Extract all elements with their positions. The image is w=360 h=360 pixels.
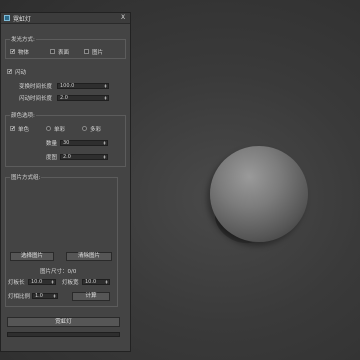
flash-time-spinner[interactable]: 2.0 ▴ ▾	[57, 95, 109, 101]
lamp-width-value: 10.0	[85, 279, 97, 285]
transform-time-spinner[interactable]: 100.0 ▴ ▾	[57, 83, 109, 89]
degree-value: 2.0	[63, 154, 71, 160]
transform-time-label: 变换时间长度	[19, 84, 53, 90]
lamp-ratio-spinner[interactable]: 1.0 ▴ ▾	[32, 293, 58, 299]
emission-image-checkbox[interactable]	[84, 49, 89, 54]
app-icon	[4, 15, 10, 21]
color-multi-radio[interactable]	[82, 126, 87, 131]
color-group-title: 颜色选项:	[10, 111, 36, 119]
titlebar[interactable]: 霓虹灯 X	[1, 13, 130, 24]
spinner-arrows-icon[interactable]: ▴ ▾	[102, 154, 107, 160]
lamp-width-spinner[interactable]: 10.0 ▴ ▾	[82, 279, 110, 285]
calculate-button[interactable]: 计算	[72, 292, 110, 301]
lamp-length-value: 10.0	[31, 279, 43, 285]
count-label: 数量	[46, 141, 58, 147]
spinner-arrows-icon[interactable]: ▴ ▾	[50, 279, 55, 285]
color-group: 颜色选项: ✔ 单色 单彩 多彩 数量 30 ▴ ▾ 度图 2.0 ▴ ▾	[5, 111, 126, 167]
transform-time-value: 100.0	[60, 83, 75, 89]
spinner-arrows-icon[interactable]: ▴ ▾	[103, 83, 108, 89]
color-multi-label: 多彩	[90, 127, 102, 133]
emission-object-label: 物体	[18, 50, 30, 56]
degree-spinner[interactable]: 2.0 ▴ ▾	[60, 154, 108, 160]
progress-bar	[7, 332, 120, 337]
count-spinner[interactable]: 30 ▴ ▾	[60, 140, 108, 146]
emission-surface-checkbox[interactable]	[50, 49, 55, 54]
image-size-text: 图片尺寸：0/0	[40, 269, 77, 275]
emission-image-label: 图片	[92, 50, 104, 56]
degree-label: 度图	[46, 155, 58, 161]
count-value: 30	[63, 140, 70, 146]
spinner-arrows-icon[interactable]: ▴ ▾	[52, 293, 57, 299]
color-single-label: 单彩	[54, 127, 66, 133]
spinner-arrows-icon[interactable]: ▴ ▾	[104, 279, 109, 285]
flash-time-value: 2.0	[60, 95, 68, 101]
close-button[interactable]: X	[118, 14, 128, 21]
emission-group: 发光方式: ✔ 物体 表面 图片	[5, 35, 126, 59]
lamp-ratio-value: 1.0	[35, 293, 43, 299]
emission-group-title: 发光方式:	[10, 35, 36, 43]
image-group-title: 图片方式组:	[10, 173, 42, 181]
emission-surface-label: 表面	[58, 50, 70, 56]
emission-object-checkbox[interactable]: ✔	[10, 49, 15, 55]
neon-dialog: 霓虹灯 X 发光方式: ✔ 物体 表面 图片 ✔ 闪动 变换时间长度 100.0…	[0, 12, 131, 352]
color-single-radio[interactable]	[46, 126, 51, 131]
lamp-length-spinner[interactable]: 10.0 ▴ ▾	[28, 279, 56, 285]
flash-time-label: 闪动时间长度	[19, 96, 53, 102]
spinner-arrows-icon[interactable]: ▴ ▾	[102, 140, 107, 146]
sphere-object[interactable]	[210, 146, 308, 242]
image-group: 图片方式组: 选择图片 清除图片 图片尺寸：0/0 灯板长 10.0 ▴ ▾ 灯板…	[5, 173, 118, 307]
color-mono-label: 单色	[18, 127, 30, 133]
flash-label: 闪动	[15, 70, 27, 76]
color-mono-checkbox[interactable]: ✔	[10, 126, 15, 132]
lamp-ratio-label: 灯相比例	[8, 294, 31, 300]
neon-main-button[interactable]: 霓虹灯	[7, 317, 120, 327]
select-image-button[interactable]: 选择图片	[10, 252, 54, 261]
lamp-width-label: 灯板宽	[62, 280, 79, 286]
lamp-length-label: 灯板长	[8, 280, 25, 286]
spinner-arrows-icon[interactable]: ▴ ▾	[103, 95, 108, 101]
window-title: 霓虹灯	[13, 16, 32, 23]
remove-image-button[interactable]: 清除图片	[66, 252, 112, 261]
flash-checkbox[interactable]: ✔	[7, 69, 12, 75]
